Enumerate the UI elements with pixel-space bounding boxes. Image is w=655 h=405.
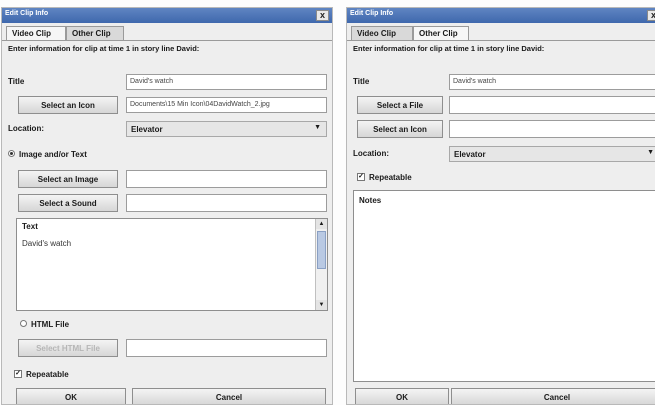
- tab-video-clip[interactable]: Video Clip: [6, 26, 66, 40]
- radio-icon: [8, 150, 15, 158]
- location-select[interactable]: Elevator ▼: [449, 146, 655, 162]
- text-panel-title: Text: [22, 222, 38, 231]
- repeatable-label: Repeatable: [369, 173, 412, 182]
- radio-icon: [20, 320, 27, 328]
- dialog-titlebar: Edit Clip Info x: [347, 8, 655, 23]
- select-icon-button[interactable]: Select an Icon: [357, 120, 443, 138]
- text-panel-content: David's watch: [22, 239, 72, 248]
- select-file-button[interactable]: Select a File: [357, 96, 443, 114]
- chevron-down-icon: ▼: [314, 124, 321, 131]
- select-icon-button[interactable]: Select an Icon: [18, 96, 118, 114]
- location-select[interactable]: Elevator ▼: [126, 121, 327, 137]
- scrollbar-thumb[interactable]: [317, 231, 326, 269]
- title-field[interactable]: David's watch: [126, 74, 327, 90]
- text-panel[interactable]: Text David's watch ▲ ▼: [16, 218, 328, 311]
- icon-path-field[interactable]: [449, 120, 655, 138]
- tab-divider: [347, 40, 655, 41]
- edit-clip-dialog-other: Edit Clip Info x Video Clip Other Clip E…: [346, 7, 655, 405]
- html-path-field[interactable]: [126, 339, 327, 357]
- repeatable-label: Repeatable: [26, 370, 69, 379]
- tab-other-clip[interactable]: Other Clip: [413, 26, 469, 40]
- tab-video-clip[interactable]: Video Clip: [351, 26, 413, 40]
- ok-button[interactable]: OK: [16, 388, 126, 404]
- title-field[interactable]: David's watch: [449, 74, 655, 90]
- checkmark-icon: ✓: [14, 369, 22, 378]
- image-path-field[interactable]: [126, 170, 327, 188]
- chevron-down-icon: ▼: [647, 149, 654, 156]
- title-label: Title: [353, 77, 370, 86]
- dialog-titlebar: Edit Clip Info x: [2, 8, 332, 23]
- close-icon: x: [651, 10, 655, 20]
- select-image-button[interactable]: Select an Image: [18, 170, 118, 188]
- image-text-radio[interactable]: Image and/or Text: [8, 150, 87, 159]
- tab-divider: [2, 40, 332, 41]
- title-label: Title: [8, 77, 25, 86]
- repeatable-checkbox[interactable]: ✓ Repeatable: [357, 172, 412, 182]
- close-icon: x: [319, 10, 325, 20]
- location-value: Elevator: [454, 150, 486, 159]
- close-button[interactable]: x: [316, 10, 329, 21]
- dialog-title: Edit Clip Info: [350, 10, 394, 17]
- info-text: Enter information for clip at time 1 in …: [8, 44, 200, 53]
- close-button[interactable]: x: [647, 10, 655, 21]
- dialog-title: Edit Clip Info: [5, 10, 49, 17]
- location-label: Location:: [353, 149, 389, 158]
- location-value: Elevator: [131, 125, 163, 134]
- image-text-label: Image and/or Text: [19, 150, 87, 159]
- arrow-down-icon[interactable]: ▼: [316, 300, 327, 310]
- edit-clip-dialog-video: Edit Clip Info x Video Clip Other Clip E…: [1, 7, 333, 405]
- tab-other-clip[interactable]: Other Clip: [66, 26, 124, 40]
- text-scrollbar[interactable]: ▲ ▼: [315, 219, 327, 310]
- notes-panel[interactable]: Notes: [353, 190, 655, 382]
- repeatable-checkbox[interactable]: ✓ Repeatable: [14, 369, 69, 379]
- cancel-button[interactable]: Cancel: [132, 388, 326, 404]
- html-file-label: HTML File: [31, 320, 70, 329]
- html-file-radio[interactable]: HTML File: [20, 320, 69, 329]
- file-path-field[interactable]: [449, 96, 655, 114]
- ok-button[interactable]: OK: [355, 388, 449, 404]
- select-html-button[interactable]: Select HTML File: [18, 339, 118, 357]
- checkmark-icon: ✓: [357, 172, 365, 181]
- arrow-up-icon[interactable]: ▲: [316, 219, 327, 229]
- sound-path-field[interactable]: [126, 194, 327, 212]
- notes-label: Notes: [359, 196, 382, 205]
- select-sound-button[interactable]: Select a Sound: [18, 194, 118, 212]
- icon-path-field[interactable]: Documents\15 Min Icon\04DavidWatch_2.jpg: [126, 97, 327, 113]
- cancel-button[interactable]: Cancel: [451, 388, 655, 404]
- location-label: Location:: [8, 124, 44, 133]
- info-text: Enter information for clip at time 1 in …: [353, 44, 545, 53]
